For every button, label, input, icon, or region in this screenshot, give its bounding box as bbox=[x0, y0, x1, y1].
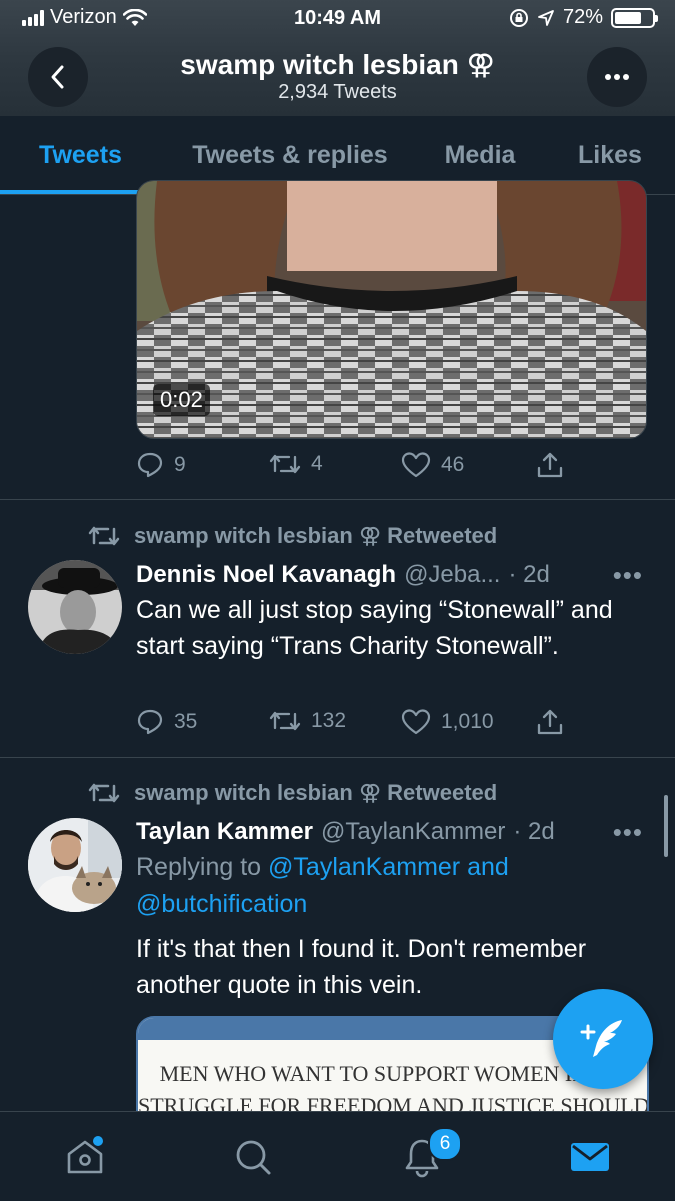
tweet-author: Taylan Kammer @TaylanKammer · 2d bbox=[136, 818, 555, 846]
retweet-icon bbox=[269, 454, 301, 474]
retweet-context: swamp witch lesbian ⚢ Retweeted bbox=[88, 780, 497, 806]
retweet-button[interactable]: 132 bbox=[269, 708, 346, 734]
replying-to-label: Replying to bbox=[136, 853, 262, 881]
video-thumbnail bbox=[137, 181, 646, 438]
retweet-icon bbox=[88, 526, 120, 546]
retweet-context-label[interactable]: swamp witch lesbian ⚢ Retweeted bbox=[134, 780, 497, 806]
tweet-actions: 9 4 46 bbox=[136, 451, 576, 485]
tweet-video[interactable]: 0:02 bbox=[136, 180, 647, 439]
nav-home[interactable] bbox=[25, 1112, 145, 1201]
scrollbar[interactable] bbox=[664, 795, 668, 857]
tweet-more-button[interactable]: ••• bbox=[613, 817, 643, 848]
tab-tweets[interactable]: Tweets bbox=[0, 116, 161, 194]
more-options-button[interactable] bbox=[587, 47, 647, 107]
retweet-context: swamp witch lesbian ⚢ Retweeted bbox=[88, 523, 497, 549]
tweet-count: 2,934 Tweets bbox=[278, 81, 397, 103]
like-button[interactable]: 1,010 bbox=[401, 708, 494, 736]
tweet-divider bbox=[0, 499, 675, 500]
bottom-navigation: 6 bbox=[0, 1111, 675, 1201]
status-bar: Verizon 10:49 AM 72% bbox=[0, 0, 675, 38]
like-button[interactable]: 46 bbox=[401, 451, 464, 479]
reply-button[interactable]: 9 bbox=[136, 451, 186, 479]
author-name[interactable]: Taylan Kammer bbox=[136, 818, 313, 846]
tweet-author: Dennis Noel Kavanagh @Jeba... · 2d bbox=[136, 561, 550, 589]
mail-icon bbox=[571, 1142, 609, 1171]
compose-tweet-button[interactable] bbox=[553, 989, 653, 1089]
location-icon bbox=[538, 9, 554, 26]
author-name[interactable]: Dennis Noel Kavanagh bbox=[136, 561, 396, 589]
author-handle[interactable]: @TaylanKammer bbox=[321, 818, 505, 846]
replying-to: Replying to @TaylanKammer and @butchific… bbox=[136, 849, 656, 923]
battery-icon bbox=[611, 7, 658, 28]
retweet-icon bbox=[88, 783, 120, 803]
tweet-divider bbox=[0, 757, 675, 758]
heart-icon bbox=[401, 709, 431, 735]
author-handle[interactable]: @Jeba... bbox=[404, 561, 500, 589]
like-count: 46 bbox=[441, 453, 465, 476]
new-tweets-dot bbox=[93, 1136, 103, 1146]
retweet-icon bbox=[269, 711, 301, 731]
nav-messages[interactable] bbox=[530, 1112, 650, 1201]
tweet-time: · 2d bbox=[513, 818, 555, 845]
nav-notifications[interactable]: 6 bbox=[362, 1112, 482, 1201]
nav-search[interactable] bbox=[193, 1112, 313, 1201]
reply-count: 9 bbox=[174, 453, 186, 476]
tweet-more-button[interactable]: ••• bbox=[613, 560, 643, 591]
avatar[interactable] bbox=[28, 818, 122, 912]
profile-name: swamp witch lesbian ⚢ bbox=[180, 49, 495, 80]
share-icon bbox=[537, 709, 563, 735]
reply-icon bbox=[137, 709, 163, 735]
reply-button[interactable]: 35 bbox=[136, 708, 197, 736]
reply-icon bbox=[137, 452, 163, 478]
tweet-text: If it's that then I found it. Don't reme… bbox=[136, 935, 587, 999]
more-icon bbox=[605, 74, 629, 80]
retweet-context-label[interactable]: swamp witch lesbian ⚢ Retweeted bbox=[134, 523, 497, 549]
search-icon bbox=[236, 1140, 271, 1174]
retweet-button[interactable]: 4 bbox=[269, 451, 323, 477]
compose-feather-icon bbox=[580, 1020, 622, 1057]
retweet-count: 4 bbox=[311, 452, 323, 475]
like-count: 1,010 bbox=[441, 710, 494, 733]
retweet-count: 132 bbox=[311, 709, 347, 732]
share-icon bbox=[537, 452, 563, 478]
tweet-actions: 35 132 1,010 bbox=[136, 708, 576, 742]
profile-header: Verizon 10:49 AM 72% swamp witch lesbian… bbox=[0, 0, 675, 116]
tweet-text: Can we all just stop saying “Stonewall” … bbox=[136, 596, 613, 660]
reply-count: 35 bbox=[174, 710, 198, 733]
share-button[interactable] bbox=[536, 708, 564, 736]
heart-icon bbox=[401, 452, 431, 478]
rotation-lock-icon bbox=[509, 8, 528, 27]
share-button[interactable] bbox=[536, 451, 564, 479]
tweet-time: · 2d bbox=[508, 561, 550, 588]
avatar[interactable] bbox=[28, 560, 122, 654]
notification-badge: 6 bbox=[428, 1127, 462, 1161]
battery-percent: 72% bbox=[562, 6, 603, 28]
video-duration: 0:02 bbox=[153, 384, 210, 416]
